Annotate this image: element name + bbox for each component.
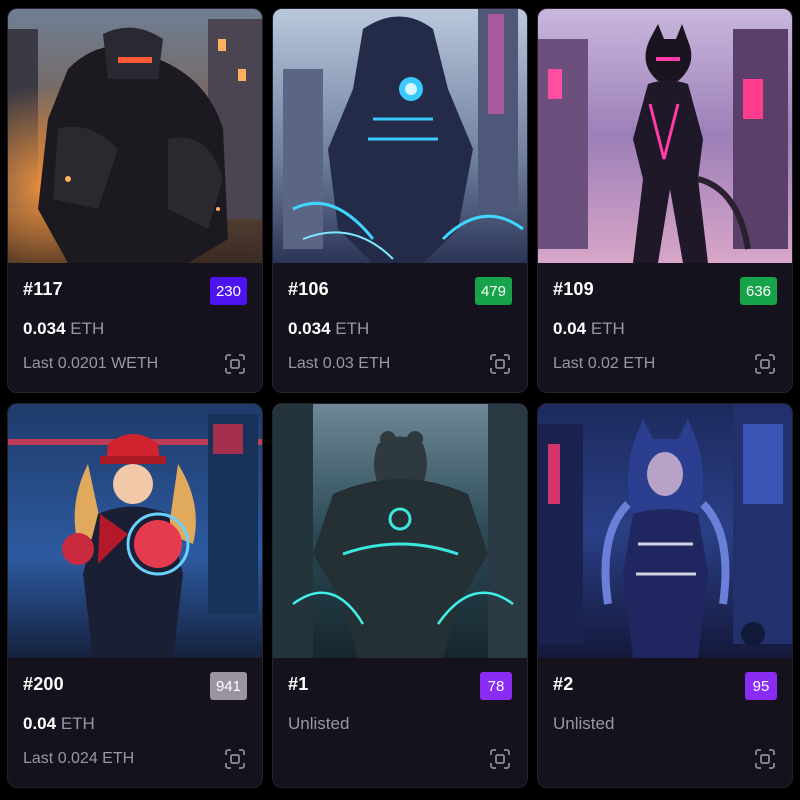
nft-name: #117: [23, 279, 63, 299]
last-sale: Last 0.03 ETH: [288, 355, 391, 372]
scan-icon: [490, 749, 510, 769]
nft-name: #106: [288, 279, 329, 299]
bear-brute-image: [273, 404, 527, 658]
nft-name: #2: [553, 674, 574, 694]
nft-price: Unlisted: [553, 714, 614, 734]
cat-helmet-heroine-image: [538, 9, 792, 263]
price-currency: ETH: [590, 319, 625, 338]
scan-icon: [490, 354, 510, 374]
scan-icon: [755, 749, 775, 769]
price-currency: ETH: [60, 714, 95, 733]
last-sale: Last 0.02 ETH: [553, 355, 656, 372]
scan-icon: [755, 354, 775, 374]
nft-card-117[interactable]: #117 230 0.034 ETH Last 0.0201 WETH: [7, 8, 263, 393]
nft-name: #1: [288, 674, 309, 694]
nft-card-106[interactable]: #106 479 0.034 ETH Last 0.03 ETH: [272, 8, 528, 393]
rarity-rank-badge: 479: [474, 277, 512, 305]
nft-price: Unlisted: [288, 714, 349, 734]
rarity-rank-badge: 941: [209, 672, 247, 700]
price-amount: 0.04: [23, 714, 57, 733]
rarity-rank-badge: 95: [745, 672, 777, 700]
nft-artwork[interactable]: [538, 9, 792, 263]
rarity-rank-badge: 636: [739, 277, 777, 305]
scan-icon: [225, 749, 245, 769]
nft-price: 0.04 ETH: [553, 319, 625, 339]
nft-card-200[interactable]: #200 941 0.04 ETH Last 0.024 ETH: [7, 403, 263, 788]
last-sale: Last 0.0201 WETH: [23, 355, 159, 372]
listing-status: Unlisted: [288, 714, 350, 733]
nft-price: 0.034 ETH: [23, 319, 104, 339]
nft-name: #109: [553, 279, 594, 299]
nft-artwork[interactable]: [273, 404, 527, 658]
nft-name: #200: [23, 674, 64, 694]
hooded-cat-girl-image: [538, 404, 792, 658]
quick-view-button[interactable]: [753, 352, 777, 376]
dark-cloaked-hero-image: [273, 9, 527, 263]
nft-price: 0.04 ETH: [23, 714, 95, 734]
price-currency: ETH: [70, 319, 105, 338]
price-amount: 0.04: [553, 319, 587, 338]
nft-artwork[interactable]: [273, 9, 527, 263]
nft-card-109[interactable]: #109 636 0.04 ETH Last 0.02 ETH: [537, 8, 793, 393]
listing-status: Unlisted: [553, 714, 615, 733]
rarity-rank-badge: 78: [480, 672, 512, 700]
nft-artwork[interactable]: [8, 9, 262, 263]
quick-view-button[interactable]: [223, 747, 247, 771]
price-amount: 0.034: [288, 319, 331, 338]
quick-view-button[interactable]: [223, 352, 247, 376]
last-sale: Last 0.024 ETH: [23, 750, 135, 767]
nft-artwork[interactable]: [538, 404, 792, 658]
quick-view-button[interactable]: [488, 747, 512, 771]
armored-mech-warrior-image: [8, 9, 262, 263]
nft-card-2[interactable]: #2 95 Unlisted: [537, 403, 793, 788]
quick-view-button[interactable]: [488, 352, 512, 376]
red-cap-girl-image: [8, 404, 262, 658]
scan-icon: [225, 354, 245, 374]
rarity-rank-badge: 230: [209, 277, 247, 305]
nft-card-1[interactable]: #1 78 Unlisted: [272, 403, 528, 788]
quick-view-button[interactable]: [753, 747, 777, 771]
price-amount: 0.034: [23, 319, 66, 338]
nft-price: 0.034 ETH: [288, 319, 369, 339]
price-currency: ETH: [335, 319, 370, 338]
nft-artwork[interactable]: [8, 404, 262, 658]
